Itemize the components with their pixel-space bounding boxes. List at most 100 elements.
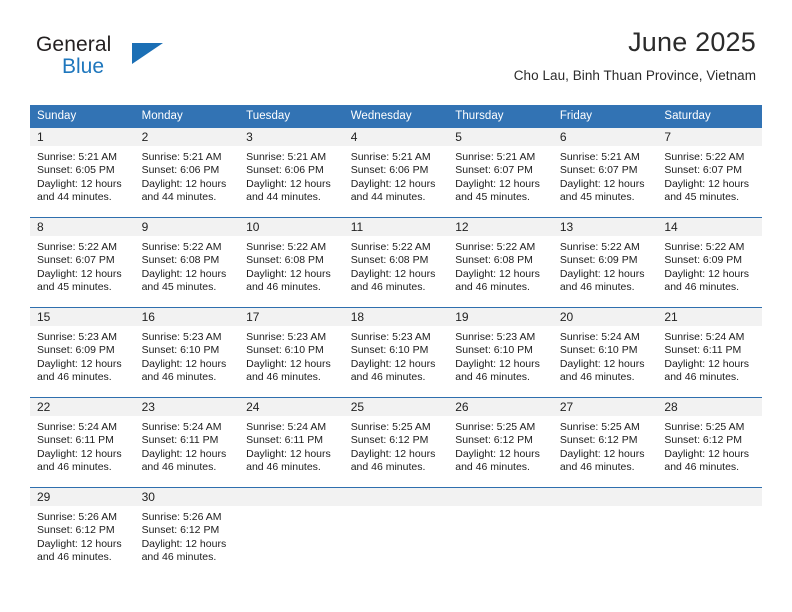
calendar-day-cell[interactable]: 3 Sunrise: 5:21 AM Sunset: 6:06 PM Daylight…: [239, 128, 344, 218]
calendar-day-cell[interactable]: 6 Sunrise: 5:21 AM Sunset: 6:07 PM Daylight…: [552, 128, 658, 218]
sunrise-text: Sunrise: 5:22 AM: [664, 241, 745, 253]
calendar-day-cell[interactable]: 28 Sunrise: 5:25 AM Sunset: 6:12 PM Dayligh…: [657, 398, 762, 488]
day-number: 23: [134, 398, 240, 416]
sunrise-text: Sunrise: 5:25 AM: [559, 421, 640, 433]
calendar-day-cell[interactable]: 7 Sunrise: 5:22 AM Sunset: 6:07 PM Daylight…: [657, 128, 762, 218]
calendar-week-row: 22 Sunrise: 5:24 AM Sunset: 6:11 PM Dayligh…: [30, 397, 762, 488]
day-number: 16: [134, 308, 240, 326]
sunset-text: Sunset: 6:05 PM: [37, 164, 115, 177]
daylight-text: Daylight: 12 hours and 46 minutes.: [664, 357, 750, 384]
day-details: Sunrise: 5:22 AM Sunset: 6:08 PM Daylight:…: [239, 236, 344, 295]
calendar-week-row: 1 Sunrise: 5:21 AM Sunset: 6:05 PM Daylight…: [30, 128, 762, 218]
daylight-text: Daylight: 12 hours and 46 minutes.: [246, 267, 331, 294]
sunset-text: Sunset: 6:08 PM: [455, 254, 533, 267]
sunrise-text: Sunrise: 5:24 AM: [559, 331, 640, 343]
day-details: Sunrise: 5:24 AM Sunset: 6:11 PM Daylight:…: [239, 416, 344, 475]
day-number: 7: [657, 128, 762, 146]
day-number: 15: [30, 308, 135, 326]
day-details: Sunrise: 5:21 AM Sunset: 6:05 PM Daylight:…: [30, 146, 135, 205]
calendar-day-cell[interactable]: 18 Sunrise: 5:23 AM Sunset: 6:10 PM Dayligh…: [343, 308, 449, 398]
calendar-day-cell[interactable]: 22 Sunrise: 5:24 AM Sunset: 6:11 PM Dayligh…: [30, 398, 135, 488]
page-subtitle: Cho Lau, Binh Thuan Province, Vietnam: [513, 68, 756, 83]
calendar-day-cell[interactable]: 11 Sunrise: 5:22 AM Sunset: 6:08 PM Dayligh…: [343, 218, 449, 308]
day-number: 18: [343, 308, 449, 326]
daylight-text: Daylight: 12 hours and 46 minutes.: [246, 357, 331, 384]
weekday-header-tuesday: Tuesday: [239, 105, 344, 128]
day-number: 29: [30, 488, 135, 506]
day-details: Sunrise: 5:21 AM Sunset: 6:06 PM Daylight:…: [239, 146, 344, 205]
calendar-day-cell[interactable]: 1 Sunrise: 5:21 AM Sunset: 6:05 PM Daylight…: [30, 128, 135, 218]
daylight-text: Daylight: 12 hours and 46 minutes.: [37, 357, 122, 384]
day-details: Sunrise: 5:25 AM Sunset: 6:12 PM Daylight:…: [553, 416, 658, 475]
day-number: 14: [657, 218, 762, 236]
calendar-day-cell[interactable]: 15 Sunrise: 5:23 AM Sunset: 6:09 PM Dayligh…: [30, 308, 135, 398]
daylight-text: Daylight: 12 hours and 46 minutes.: [141, 537, 227, 564]
calendar-day-cell[interactable]: 21 Sunrise: 5:24 AM Sunset: 6:11 PM Dayligh…: [657, 308, 762, 398]
sunrise-text: Sunrise: 5:23 AM: [455, 331, 536, 343]
sunrise-text: Sunrise: 5:22 AM: [141, 241, 222, 253]
sunrise-text: Sunrise: 5:22 AM: [455, 241, 536, 253]
day-details: Sunrise: 5:21 AM Sunset: 6:06 PM Daylight:…: [344, 146, 449, 205]
calendar-day-cell[interactable]: 26 Sunrise: 5:25 AM Sunset: 6:12 PM Dayligh…: [448, 398, 553, 488]
day-details: Sunrise: 5:21 AM Sunset: 6:07 PM Daylight:…: [448, 146, 553, 205]
calendar-day-cell[interactable]: 4 Sunrise: 5:21 AM Sunset: 6:06 PM Daylight…: [343, 128, 449, 218]
day-details: Sunrise: 5:24 AM Sunset: 6:11 PM Daylight:…: [657, 326, 762, 385]
day-number: 2: [134, 128, 240, 146]
daylight-text: Daylight: 12 hours and 46 minutes.: [664, 447, 750, 474]
calendar-day-cell[interactable]: 23 Sunrise: 5:24 AM Sunset: 6:11 PM Dayligh…: [134, 398, 240, 488]
sunrise-text: Sunrise: 5:21 AM: [37, 151, 117, 163]
calendar-day-cell[interactable]: 9 Sunrise: 5:22 AM Sunset: 6:08 PM Daylight…: [134, 218, 240, 308]
page-header: General Blue June 2025 Cho Lau, Binh Thu…: [0, 0, 792, 83]
sunset-text: Sunset: 6:08 PM: [246, 254, 324, 267]
daylight-text: Daylight: 12 hours and 45 minutes.: [559, 177, 645, 204]
brand-logo[interactable]: General Blue: [36, 34, 236, 86]
weekday-header-friday: Friday: [552, 105, 658, 128]
sunset-text: Sunset: 6:11 PM: [246, 434, 323, 447]
calendar-day-cell[interactable]: 2 Sunrise: 5:21 AM Sunset: 6:06 PM Daylight…: [134, 128, 240, 218]
weekday-header-wednesday: Wednesday: [343, 105, 449, 128]
daylight-text: Daylight: 12 hours and 46 minutes.: [455, 267, 540, 294]
calendar-week-row: 29 Sunrise: 5:26 AM Sunset: 6:12 PM Dayligh…: [30, 487, 762, 578]
day-details: Sunrise: 5:25 AM Sunset: 6:12 PM Daylight:…: [344, 416, 449, 475]
calendar-day-cell-empty: [552, 488, 658, 578]
calendar-day-cell[interactable]: 17 Sunrise: 5:23 AM Sunset: 6:10 PM Dayligh…: [239, 308, 344, 398]
day-details: Sunrise: 5:23 AM Sunset: 6:10 PM Daylight:…: [344, 326, 449, 385]
calendar-day-cell[interactable]: 19 Sunrise: 5:23 AM Sunset: 6:10 PM Dayligh…: [448, 308, 553, 398]
calendar-day-cell[interactable]: 5 Sunrise: 5:21 AM Sunset: 6:07 PM Daylight…: [448, 128, 553, 218]
sunrise-text: Sunrise: 5:22 AM: [37, 241, 117, 253]
weekday-header-saturday: Saturday: [657, 105, 762, 128]
sunrise-text: Sunrise: 5:21 AM: [559, 151, 640, 163]
daylight-text: Daylight: 12 hours and 46 minutes.: [559, 267, 645, 294]
calendar-day-cell[interactable]: 16 Sunrise: 5:23 AM Sunset: 6:10 PM Dayligh…: [134, 308, 240, 398]
calendar-day-cell[interactable]: 14 Sunrise: 5:22 AM Sunset: 6:09 PM Dayligh…: [657, 218, 762, 308]
sunset-text: Sunset: 6:07 PM: [664, 164, 743, 177]
daylight-text: Daylight: 12 hours and 44 minutes.: [246, 177, 331, 204]
calendar-day-cell[interactable]: 12 Sunrise: 5:22 AM Sunset: 6:08 PM Dayligh…: [448, 218, 553, 308]
page-title: June 2025: [628, 27, 756, 57]
daylight-text: Daylight: 12 hours and 46 minutes.: [350, 267, 436, 294]
sunset-text: Sunset: 6:11 PM: [141, 434, 219, 447]
daylight-text: Daylight: 12 hours and 46 minutes.: [559, 447, 645, 474]
calendar-day-cell[interactable]: 13 Sunrise: 5:22 AM Sunset: 6:09 PM Dayligh…: [552, 218, 658, 308]
day-number: [239, 488, 344, 506]
calendar-day-cell[interactable]: 10 Sunrise: 5:22 AM Sunset: 6:08 PM Dayligh…: [239, 218, 344, 308]
calendar-day-cell[interactable]: 24 Sunrise: 5:24 AM Sunset: 6:11 PM Dayligh…: [239, 398, 344, 488]
day-details: Sunrise: 5:23 AM Sunset: 6:10 PM Daylight:…: [239, 326, 344, 385]
calendar-day-cell[interactable]: 29 Sunrise: 5:26 AM Sunset: 6:12 PM Dayligh…: [30, 488, 135, 578]
calendar-day-cell[interactable]: 8 Sunrise: 5:22 AM Sunset: 6:07 PM Daylight…: [30, 218, 135, 308]
calendar-week-row: 8 Sunrise: 5:22 AM Sunset: 6:07 PM Daylight…: [30, 217, 762, 308]
calendar-day-cell[interactable]: 25 Sunrise: 5:25 AM Sunset: 6:12 PM Dayligh…: [343, 398, 449, 488]
calendar-day-cell[interactable]: 20 Sunrise: 5:24 AM Sunset: 6:10 PM Dayligh…: [552, 308, 658, 398]
calendar-day-cell[interactable]: 27 Sunrise: 5:25 AM Sunset: 6:12 PM Dayligh…: [552, 398, 658, 488]
day-number: [552, 488, 658, 506]
calendar-day-cell[interactable]: 30 Sunrise: 5:26 AM Sunset: 6:12 PM Dayligh…: [134, 488, 240, 578]
daylight-text: Daylight: 12 hours and 46 minutes.: [246, 447, 331, 474]
daylight-text: Daylight: 12 hours and 44 minutes.: [350, 177, 436, 204]
day-number: 28: [657, 398, 762, 416]
sunset-text: Sunset: 6:07 PM: [37, 254, 115, 267]
day-number: 21: [657, 308, 762, 326]
day-number: 5: [448, 128, 553, 146]
sunrise-text: Sunrise: 5:24 AM: [664, 331, 745, 343]
sunrise-text: Sunrise: 5:21 AM: [350, 151, 431, 163]
sunset-text: Sunset: 6:10 PM: [455, 344, 533, 357]
